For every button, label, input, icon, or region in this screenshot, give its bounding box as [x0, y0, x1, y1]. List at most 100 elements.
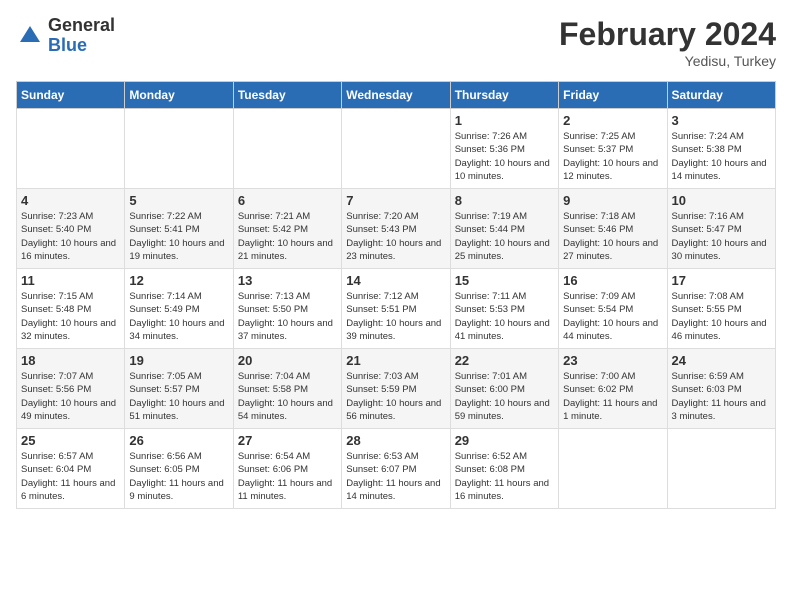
- calendar-cell: 27 Sunrise: 6:54 AMSunset: 6:06 PMDayligh…: [233, 429, 341, 509]
- day-number: 2: [563, 113, 662, 128]
- day-number: 26: [129, 433, 228, 448]
- day-info: Sunrise: 7:22 AMSunset: 5:41 PMDaylight:…: [129, 210, 228, 263]
- calendar-cell: 12 Sunrise: 7:14 AMSunset: 5:49 PMDayligh…: [125, 269, 233, 349]
- header-row: Sunday Monday Tuesday Wednesday Thursday…: [17, 82, 776, 109]
- calendar-cell: 13 Sunrise: 7:13 AMSunset: 5:50 PMDayligh…: [233, 269, 341, 349]
- day-info: Sunrise: 6:57 AMSunset: 6:04 PMDaylight:…: [21, 450, 120, 503]
- calendar-cell: 2 Sunrise: 7:25 AMSunset: 5:37 PMDaylight…: [559, 109, 667, 189]
- day-info: Sunrise: 7:20 AMSunset: 5:43 PMDaylight:…: [346, 210, 445, 263]
- calendar-cell: 10 Sunrise: 7:16 AMSunset: 5:47 PMDayligh…: [667, 189, 775, 269]
- calendar-cell: 23Sunrise: 7:00 AMSunset: 6:02 PMDayligh…: [559, 349, 667, 429]
- location-subtitle: Yedisu, Turkey: [559, 53, 776, 69]
- day-info: Sunrise: 7:04 AMSunset: 5:58 PMDaylight:…: [238, 370, 337, 423]
- day-number: 20: [238, 353, 337, 368]
- day-number: 18: [21, 353, 120, 368]
- calendar-week-4: 18 Sunrise: 7:07 AMSunset: 5:56 PMDayligh…: [17, 349, 776, 429]
- day-number: 13: [238, 273, 337, 288]
- header-sunday: Sunday: [17, 82, 125, 109]
- day-info: Sunrise: 7:08 AMSunset: 5:55 PMDaylight:…: [672, 290, 771, 343]
- day-info: Sunrise: 6:59 AMSunset: 6:03 PMDaylight:…: [672, 370, 771, 423]
- calendar-cell: 21 Sunrise: 7:03 AMSunset: 5:59 PMDayligh…: [342, 349, 450, 429]
- day-info: Sunrise: 7:24 AMSunset: 5:38 PMDaylight:…: [672, 130, 771, 183]
- day-info: Sunrise: 7:01 AMSunset: 6:00 PMDaylight:…: [455, 370, 554, 423]
- day-number: 25: [21, 433, 120, 448]
- day-info: Sunrise: 7:26 AMSunset: 5:36 PMDaylight:…: [455, 130, 554, 183]
- day-info: Sunrise: 7:03 AMSunset: 5:59 PMDaylight:…: [346, 370, 445, 423]
- day-number: 5: [129, 193, 228, 208]
- day-number: 15: [455, 273, 554, 288]
- day-info: Sunrise: 7:05 AMSunset: 5:57 PMDaylight:…: [129, 370, 228, 423]
- day-number: 16: [563, 273, 662, 288]
- calendar-header: Sunday Monday Tuesday Wednesday Thursday…: [17, 82, 776, 109]
- day-info: Sunrise: 7:25 AMSunset: 5:37 PMDaylight:…: [563, 130, 662, 183]
- calendar-cell: 26 Sunrise: 6:56 AMSunset: 6:05 PMDayligh…: [125, 429, 233, 509]
- calendar-cell: 25 Sunrise: 6:57 AMSunset: 6:04 PMDayligh…: [17, 429, 125, 509]
- calendar-week-1: 1 Sunrise: 7:26 AMSunset: 5:36 PMDaylight…: [17, 109, 776, 189]
- day-number: 19: [129, 353, 228, 368]
- calendar-week-3: 11Sunrise: 7:15 AMSunset: 5:48 PMDayligh…: [17, 269, 776, 349]
- calendar-cell: 16 Sunrise: 7:09 AMSunset: 5:54 PMDayligh…: [559, 269, 667, 349]
- day-info: Sunrise: 7:16 AMSunset: 5:47 PMDaylight:…: [672, 210, 771, 263]
- day-info: Sunrise: 6:53 AMSunset: 6:07 PMDaylight:…: [346, 450, 445, 503]
- logo-blue: Blue: [48, 36, 115, 56]
- day-number: 22: [455, 353, 554, 368]
- header-tuesday: Tuesday: [233, 82, 341, 109]
- day-number: 12: [129, 273, 228, 288]
- day-info: Sunrise: 6:54 AMSunset: 6:06 PMDaylight:…: [238, 450, 337, 503]
- calendar-cell: 22 Sunrise: 7:01 AMSunset: 6:00 PMDayligh…: [450, 349, 558, 429]
- day-info: Sunrise: 7:13 AMSunset: 5:50 PMDaylight:…: [238, 290, 337, 343]
- day-info: Sunrise: 7:12 AMSunset: 5:51 PMDaylight:…: [346, 290, 445, 343]
- calendar-cell: 3Sunrise: 7:24 AMSunset: 5:38 PMDaylight…: [667, 109, 775, 189]
- calendar-cell: [667, 429, 775, 509]
- calendar-cell: 1 Sunrise: 7:26 AMSunset: 5:36 PMDaylight…: [450, 109, 558, 189]
- calendar-cell: 4 Sunrise: 7:23 AMSunset: 5:40 PMDaylight…: [17, 189, 125, 269]
- logo-icon: [16, 22, 44, 50]
- day-number: 7: [346, 193, 445, 208]
- day-number: 27: [238, 433, 337, 448]
- header-friday: Friday: [559, 82, 667, 109]
- day-info: Sunrise: 7:19 AMSunset: 5:44 PMDaylight:…: [455, 210, 554, 263]
- calendar-week-2: 4 Sunrise: 7:23 AMSunset: 5:40 PMDaylight…: [17, 189, 776, 269]
- day-number: 14: [346, 273, 445, 288]
- calendar-cell: 5 Sunrise: 7:22 AMSunset: 5:41 PMDaylight…: [125, 189, 233, 269]
- day-number: 10: [672, 193, 771, 208]
- calendar-cell: 15 Sunrise: 7:11 AMSunset: 5:53 PMDayligh…: [450, 269, 558, 349]
- calendar-cell: [233, 109, 341, 189]
- calendar-cell: 28 Sunrise: 6:53 AMSunset: 6:07 PMDayligh…: [342, 429, 450, 509]
- day-number: 28: [346, 433, 445, 448]
- calendar-cell: 9Sunrise: 7:18 AMSunset: 5:46 PMDaylight…: [559, 189, 667, 269]
- day-info: Sunrise: 7:21 AMSunset: 5:42 PMDaylight:…: [238, 210, 337, 263]
- title-area: February 2024 Yedisu, Turkey: [559, 16, 776, 69]
- calendar-cell: [17, 109, 125, 189]
- day-info: Sunrise: 7:09 AMSunset: 5:54 PMDaylight:…: [563, 290, 662, 343]
- day-info: Sunrise: 7:00 AMSunset: 6:02 PMDaylight:…: [563, 370, 662, 423]
- calendar-cell: 19 Sunrise: 7:05 AMSunset: 5:57 PMDayligh…: [125, 349, 233, 429]
- calendar-cell: 11Sunrise: 7:15 AMSunset: 5:48 PMDayligh…: [17, 269, 125, 349]
- day-info: Sunrise: 7:18 AMSunset: 5:46 PMDaylight:…: [563, 210, 662, 263]
- day-number: 17: [672, 273, 771, 288]
- header-thursday: Thursday: [450, 82, 558, 109]
- calendar-cell: 18 Sunrise: 7:07 AMSunset: 5:56 PMDayligh…: [17, 349, 125, 429]
- calendar-body: 1 Sunrise: 7:26 AMSunset: 5:36 PMDaylight…: [17, 109, 776, 509]
- header-monday: Monday: [125, 82, 233, 109]
- logo-general: General: [48, 16, 115, 36]
- calendar-cell: 7 Sunrise: 7:20 AMSunset: 5:43 PMDaylight…: [342, 189, 450, 269]
- day-number: 4: [21, 193, 120, 208]
- day-number: 29: [455, 433, 554, 448]
- day-number: 1: [455, 113, 554, 128]
- day-info: Sunrise: 7:11 AMSunset: 5:53 PMDaylight:…: [455, 290, 554, 343]
- calendar-cell: 24 Sunrise: 6:59 AMSunset: 6:03 PMDayligh…: [667, 349, 775, 429]
- day-number: 24: [672, 353, 771, 368]
- day-info: Sunrise: 7:14 AMSunset: 5:49 PMDaylight:…: [129, 290, 228, 343]
- day-number: 8: [455, 193, 554, 208]
- day-info: Sunrise: 7:07 AMSunset: 5:56 PMDaylight:…: [21, 370, 120, 423]
- calendar-table: Sunday Monday Tuesday Wednesday Thursday…: [16, 81, 776, 509]
- calendar-week-5: 25 Sunrise: 6:57 AMSunset: 6:04 PMDayligh…: [17, 429, 776, 509]
- calendar-cell: 14 Sunrise: 7:12 AMSunset: 5:51 PMDayligh…: [342, 269, 450, 349]
- day-number: 21: [346, 353, 445, 368]
- day-info: Sunrise: 7:23 AMSunset: 5:40 PMDaylight:…: [21, 210, 120, 263]
- page-header: General Blue February 2024 Yedisu, Turke…: [16, 16, 776, 69]
- day-info: Sunrise: 6:52 AMSunset: 6:08 PMDaylight:…: [455, 450, 554, 503]
- day-info: Sunrise: 6:56 AMSunset: 6:05 PMDaylight:…: [129, 450, 228, 503]
- calendar-cell: [125, 109, 233, 189]
